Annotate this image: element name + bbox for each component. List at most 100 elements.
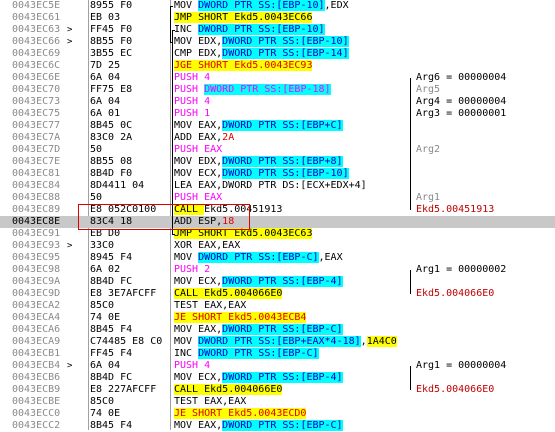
disasm-row[interactable]: 0043ECB4 >6A 04 PUSH 4 Arg1 = 00000004 xyxy=(0,360,555,372)
disasm-row[interactable]: 0043EC9D E8 3E7AFCFF CALL Ekd5.004066E0 Ekd… xyxy=(0,288,555,300)
disasm-row[interactable]: 0043ECB1 FF45 F4 INC DWORD PTR SS:[EBP-C] xyxy=(0,348,555,360)
disasm-row[interactable]: 0043EC69 3B55 EC CMP EDX,DWORD PTR SS:[EBP… xyxy=(0,48,555,60)
disasm-row[interactable]: 0043EC81 8B4D F0 MOV ECX,DWORD PTR SS:[EBP… xyxy=(0,168,555,180)
address-cell: 0043ECC0 xyxy=(12,408,61,419)
disasm-row[interactable]: 0043EC98 6A 02 PUSH 2 Arg1 = 00000002 xyxy=(0,264,555,276)
instruction-token: 4 xyxy=(204,72,211,83)
comment-cell xyxy=(412,48,555,60)
instruction-token: MOV xyxy=(174,0,199,11)
address-cell: 0043EC5E xyxy=(12,0,61,11)
hex-dump-cell: 8955 F0 xyxy=(90,0,133,11)
comment-cell xyxy=(412,228,555,240)
address-cell: 0043EC9D xyxy=(12,288,61,299)
jump-target-marker: > xyxy=(67,241,73,251)
disasm-row[interactable]: 0043EC7E 8B55 08 MOV EDX,DWORD PTR SS:[EBP… xyxy=(0,156,555,168)
comment-cell xyxy=(412,372,555,384)
disasm-row[interactable]: 0043EC61 EB 03 JMP SHORT Ekd5.0043EC66 xyxy=(0,12,555,24)
disasm-row[interactable]: 0043EC7D 50 PUSH EAX Arg2 xyxy=(0,144,555,156)
address-cell: 0043EC9A xyxy=(12,276,61,287)
disasm-row[interactable]: 0043EC5E 8955 F0 MOV DWORD PTR SS:[EBP-10]… xyxy=(0,0,555,12)
instruction-token: DWORD PTR SS:[EBP-C] xyxy=(222,324,343,335)
comment-cell xyxy=(412,252,555,264)
disassembly-cell: TEST EAX,EAX xyxy=(174,300,422,312)
comment-text: Arg1 xyxy=(416,192,441,203)
jump-target-marker xyxy=(67,84,75,96)
disasm-row[interactable]: 0043EC6E 6A 04 PUSH 4 Arg6 = 00000004 xyxy=(0,72,555,84)
instruction-token: 1 xyxy=(204,108,211,119)
hex-dump-cell: C74485 E8 C0 xyxy=(90,336,163,347)
instruction-token: 2 xyxy=(204,264,211,275)
disassembly-cell: JMP SHORT Ekd5.0043EC66 xyxy=(174,12,422,24)
disasm-row[interactable]: 0043EC84 8D4411 04 LEA EAX,DWORD PTR DS:[E… xyxy=(0,180,555,192)
disassembly-cell: PUSH EAX xyxy=(174,144,422,156)
disasm-row[interactable]: 0043EC95 8945 F4 MOV DWORD PTR SS:[EBP-C],… xyxy=(0,252,555,264)
instruction-token: PUSH xyxy=(174,360,205,371)
disasm-row[interactable]: 0043ECC2 8B45 F4 MOV EAX,DWORD PTR SS:[EBP… xyxy=(0,420,555,432)
jump-target-marker xyxy=(67,144,75,156)
disassembly-cell: JE SHORT Ekd5.0043ECD0 xyxy=(174,408,422,420)
comment-cell xyxy=(412,408,555,420)
hex-dump-cell: 3B55 EC xyxy=(90,48,133,59)
disasm-row[interactable]: 0043ECB9 E8 227AFCFF CALL Ekd5.004066E0 Ekd… xyxy=(0,384,555,396)
jump-target-marker xyxy=(67,384,75,396)
address-cell: 0043EC6C xyxy=(12,60,61,71)
disasm-row[interactable]: 0043EC9A 8B4D FC MOV ECX,DWORD PTR SS:[EBP… xyxy=(0,276,555,288)
hex-dump-cell: 74 0E xyxy=(90,408,121,419)
disassembly-cell: MOV EDX,DWORD PTR SS:[EBP-10] xyxy=(174,36,422,48)
address-cell: 0043ECB1 xyxy=(12,348,61,359)
instruction-token: MOV EDX, xyxy=(174,156,223,167)
disasm-row[interactable]: 0043ECB6 8B4D FC MOV ECX,DWORD PTR SS:[EBP… xyxy=(0,372,555,384)
address-cell: 0043ECB9 xyxy=(12,384,61,395)
address-cell: 0043EC89 xyxy=(12,204,61,215)
disasm-row[interactable]: 0043ECA9 C74485 E8 C0 MOV DWORD PTR SS:[EB… xyxy=(0,336,555,348)
disasm-row[interactable]: 0043EC66 >8B55 F0 MOV EDX,DWORD PTR SS:[EB… xyxy=(0,36,555,48)
instruction-token: PUSH xyxy=(174,264,205,275)
disasm-row[interactable]: 0043EC88 50 PUSH EAX Arg1 xyxy=(0,192,555,204)
instruction-token: MOV EAX, xyxy=(174,120,223,131)
hex-dump-cell: 6A 04 xyxy=(90,72,121,83)
disasm-row[interactable]: 0043EC70 FF75 E8 PUSH DWORD PTR SS:[EBP-18… xyxy=(0,84,555,96)
hex-dump-cell: E8 3E7AFCFF xyxy=(90,288,157,299)
comment-cell: Arg3 = 00000001 xyxy=(412,108,555,120)
jump-arrow-tick xyxy=(170,6,173,7)
instruction-token: JGE SHORT Ekd5.0043EC93 xyxy=(174,60,313,71)
disasm-row[interactable]: 0043EC93 >33C0 XOR EAX,EAX xyxy=(0,240,555,252)
disasm-row[interactable]: 0043EC77 8B45 0C MOV EAX,DWORD PTR SS:[EBP… xyxy=(0,120,555,132)
comment-text: Arg1 = 00000002 xyxy=(416,264,507,275)
instruction-token: DWORD PTR SS:[EBP-10] xyxy=(198,24,325,35)
address-cell: 0043ECA2 xyxy=(12,300,61,311)
address-cell: 0043EC61 xyxy=(12,12,61,23)
instruction-token: MOV EAX, xyxy=(174,324,223,335)
comment-cell: Ekd5.00451913 xyxy=(412,204,555,216)
comment-text: Arg1 = 00000004 xyxy=(416,360,507,371)
disassembly-cell: PUSH DWORD PTR SS:[EBP-18] xyxy=(174,84,422,96)
disasm-row[interactable]: 0043EC75 6A 01 PUSH 1 Arg3 = 00000001 xyxy=(0,108,555,120)
disassembly-cell: JE SHORT Ekd5.0043ECB4 xyxy=(174,312,422,324)
disasm-row[interactable]: 0043ECC0 74 0E JE SHORT Ekd5.0043ECD0 xyxy=(0,408,555,420)
jump-target-marker xyxy=(67,264,75,276)
jump-target-marker xyxy=(67,48,75,60)
jump-target-marker: > xyxy=(67,361,73,371)
disasm-row[interactable]: 0043EC63 > FF45 F0 INC DWORD PTR SS:[EBP-10… xyxy=(0,24,555,36)
disasm-row[interactable]: 0043EC6C 7D 25 JGE SHORT Ekd5.0043EC93 xyxy=(0,60,555,72)
hex-dump-cell: FF45 F0 xyxy=(90,24,133,35)
hex-dump-cell: FF75 E8 xyxy=(90,84,133,95)
hex-dump-cell: 8B4D FC xyxy=(90,276,133,287)
disasm-row[interactable]: 0043ECA6 8B45 F4 MOV EAX,DWORD PTR SS:[EBP… xyxy=(0,324,555,336)
disasm-row[interactable]: 0043ECA4 74 0E JE SHORT Ekd5.0043ECB4 xyxy=(0,312,555,324)
hex-dump-cell: E8 227AFCFF xyxy=(90,384,157,395)
disasm-row[interactable]: 0043ECBE 85C0 TEST EAX,EAX xyxy=(0,396,555,408)
hex-dump-cell: 8B55 08 xyxy=(90,156,133,167)
comment-cell: Ekd5.004066E0 xyxy=(412,384,555,396)
disassembly-cell: MOV ECX,DWORD PTR SS:[EBP-4] xyxy=(174,276,422,288)
disasm-row[interactable]: 0043ECA2 85C0 TEST EAX,EAX xyxy=(0,300,555,312)
hex-dump-cell: 8B45 F4 xyxy=(90,324,133,335)
disassembly-cell: LEA EAX,DWORD PTR DS:[ECX+EDX+4] xyxy=(174,180,422,192)
disassembly-pane[interactable]: 0043EC5E 8955 F0 MOV DWORD PTR SS:[EBP-10]… xyxy=(0,0,555,432)
instruction-token: MOV EAX, xyxy=(174,420,223,431)
jump-target-marker xyxy=(67,396,75,408)
instruction-token: DWORD PTR SS:[EBP-10] xyxy=(222,36,349,47)
disasm-row[interactable]: 0043EC73 6A 04 PUSH 4 Arg4 = 00000004 xyxy=(0,96,555,108)
disasm-row[interactable]: 0043EC7A 83C0 2A ADD EAX,2A xyxy=(0,132,555,144)
disassembly-cell: MOV DWORD PTR SS:[EBP+EAX*4-18],1A4C0 xyxy=(174,336,422,348)
